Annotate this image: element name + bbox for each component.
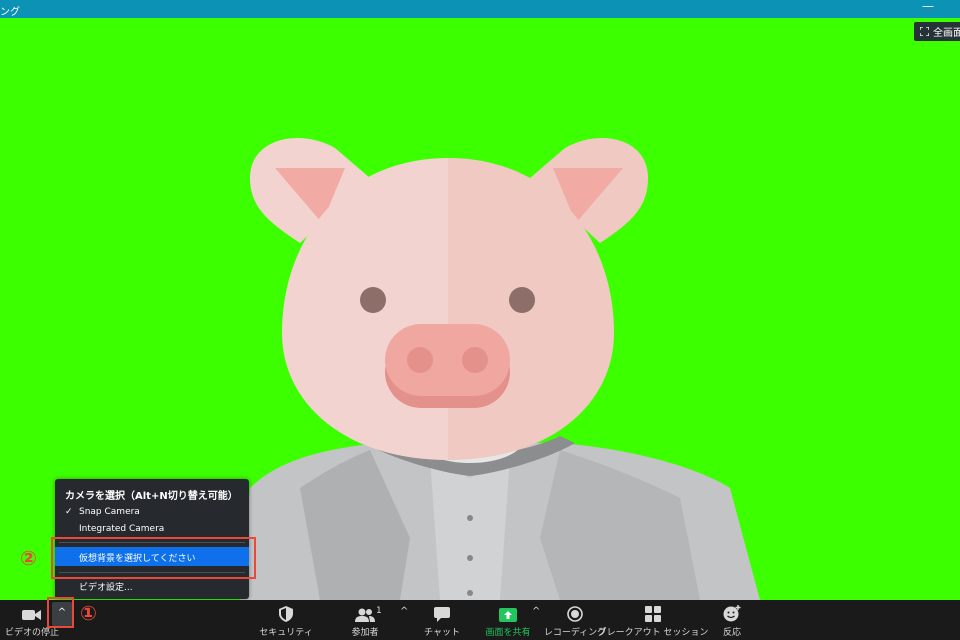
annotation-box-1 [47,597,74,628]
window-title-bar: ング — [0,0,960,18]
fullscreen-icon [920,27,929,36]
security-label: セキュリティ [259,628,313,638]
video-camera-icon [22,610,41,620]
meeting-toolbar: ビデオの停止 セキュリティ 参加者 チャット 画面を共有 レコーディング ブレー… [0,600,960,640]
share-caret-button[interactable]: ^ [532,606,540,617]
participants-count: 1 [376,606,382,616]
breakout-rooms-icon [645,606,661,622]
reactions-label: 反応 [722,628,741,638]
chat-label: チャット [424,628,460,638]
menu-item-label: Snap Camera [79,507,140,517]
annotation-number-1: ① [80,601,97,625]
share-screen-label: 画面を共有 [485,628,531,638]
menu-item-label: ビデオ設定... [79,583,133,593]
chat-icon [434,607,450,622]
fullscreen-label: 全画面 [933,28,960,39]
annotation-box-2 [51,537,256,579]
check-icon: ✓ [65,507,73,517]
share-screen-button[interactable]: 画面を共有 [478,600,538,640]
fullscreen-button[interactable]: 全画面 [914,22,960,41]
reaction-emoji-icon [723,605,741,622]
participants-icon [355,608,375,622]
window-title: ング [0,7,20,18]
shield-icon [279,606,293,622]
breakout-rooms-button[interactable]: ブレークアウト セッション [598,600,708,640]
camera-menu-header: カメラを選択（Alt+N切り替え可能） [65,491,238,502]
participants-caret-button[interactable]: ^ [400,606,408,617]
reactions-button[interactable]: 反応 [702,600,762,640]
annotation-number-2: ② [20,546,37,570]
pig-face-overlay [250,138,648,460]
menu-item-label: Integrated Camera [79,524,165,534]
share-screen-icon [499,608,517,622]
security-button[interactable]: セキュリティ [256,600,316,640]
breakout-rooms-label: ブレークアウト セッション [597,628,709,638]
recording-button[interactable]: レコーディング [544,600,606,640]
chat-button[interactable]: チャット [412,600,472,640]
record-icon [567,606,583,622]
participants-label: 参加者 [351,628,379,638]
minimize-button[interactable]: — [922,0,934,13]
participants-button[interactable]: 参加者 [335,600,395,640]
